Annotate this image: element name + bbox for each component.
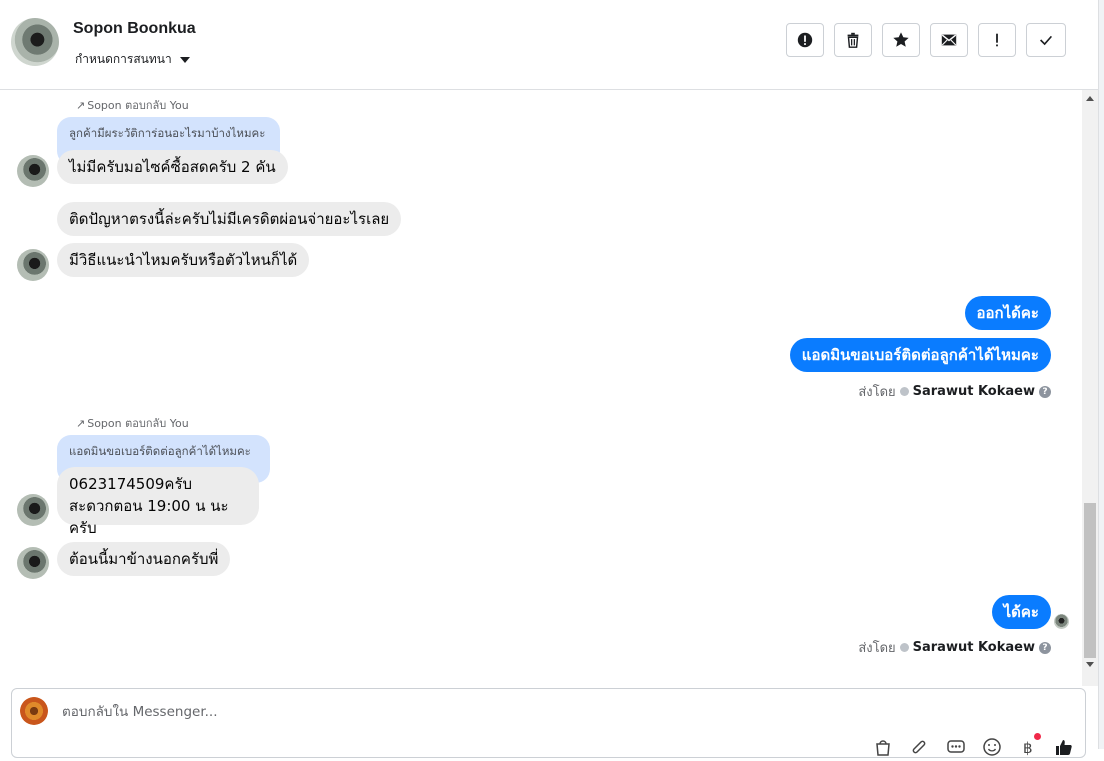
agent-name[interactable]: Sarawut Kokaew <box>913 640 1035 655</box>
message-text: แอดมินขอเบอร์ติดต่อลูกค้าได้ไหมคะ <box>801 346 1039 364</box>
contact-avatar-small[interactable] <box>17 547 49 579</box>
agent-name[interactable]: Sarawut Kokaew <box>913 384 1035 399</box>
exclamation-icon <box>996 33 998 47</box>
quoted-text: ลูกค้ามีผระวัติการ่อนอะไรมาบ้างไหมคะ <box>69 126 266 140</box>
envelope-icon <box>941 34 957 46</box>
message-text: ไม่มีครับมอไซค์ซื้อสดครับ 2 คัน <box>69 158 276 176</box>
help-icon[interactable]: ? <box>1039 641 1051 654</box>
svg-text:฿: ฿ <box>1023 739 1033 757</box>
read-receipt-avatar <box>1054 614 1069 629</box>
reply-indicator: ↗ Sopon ตอบกลับ You <box>76 414 189 432</box>
message-text: 0623174509ครับ <box>69 475 193 493</box>
mark-done-button[interactable] <box>1026 23 1066 57</box>
contact-avatar-small[interactable] <box>17 494 49 526</box>
agent-status-icon <box>899 387 909 396</box>
reply-input[interactable] <box>60 703 764 721</box>
contact-avatar-small[interactable] <box>17 155 49 187</box>
thread-scrollbar[interactable] <box>1082 90 1098 686</box>
reply-arrow-icon: ↗ <box>76 416 86 430</box>
outgoing-message[interactable]: ได้คะ <box>991 595 1051 629</box>
conversation-header: Sopon Boonkua กำหนดการสนทนา <box>0 0 1100 90</box>
delete-button[interactable] <box>834 23 872 57</box>
message-composer: ฿ <box>11 688 1086 758</box>
reply-note-text: Sopon ตอบกลับ You <box>87 417 189 430</box>
thumbs-up-icon[interactable] <box>1054 737 1074 757</box>
incoming-message[interactable]: ไม่มีครับมอไซค์ซื้อสดครับ 2 คัน <box>57 150 288 184</box>
scroll-up-arrow-icon[interactable] <box>1086 96 1094 101</box>
mark-unread-button[interactable] <box>930 23 968 57</box>
paperclip-icon[interactable] <box>909 737 929 757</box>
assign-label: กำหนดการสนทนา <box>75 52 172 66</box>
currency-icon[interactable]: ฿ <box>1018 737 1038 757</box>
saved-replies-icon[interactable] <box>946 737 966 757</box>
message-text: ออกได้คะ <box>976 304 1039 322</box>
bag-icon[interactable] <box>873 737 893 757</box>
mark-spam-button[interactable] <box>786 23 824 57</box>
reply-arrow-icon: ↗ <box>76 98 86 112</box>
contact-avatar[interactable] <box>11 18 59 66</box>
contact-avatar-small[interactable] <box>17 249 49 281</box>
window-edge <box>1098 0 1104 749</box>
scroll-down-arrow-icon[interactable] <box>1086 662 1094 667</box>
message-text: ติดปัญหาตรงนี้ล่ะครับไม่มีเครดิตผ่อนจ่าย… <box>69 210 390 228</box>
contact-name[interactable]: Sopon Boonkua <box>73 20 196 38</box>
mark-important-button[interactable] <box>978 23 1016 57</box>
help-icon[interactable]: ? <box>1039 385 1051 398</box>
incoming-message[interactable]: มีวิธีแนะนำไหมครับหรือตัวไหนก็ได้ <box>57 243 310 277</box>
star-icon <box>893 32 909 47</box>
outgoing-message[interactable]: ออกได้คะ <box>964 296 1051 330</box>
incoming-message[interactable]: ต้อนนี้มาข้างนอกครับพี่ <box>57 542 231 576</box>
message-text: ได้คะ <box>1003 603 1039 621</box>
reply-indicator: ↗ Sopon ตอบกลับ You <box>76 96 189 114</box>
incoming-message[interactable]: ติดปัญหาตรงนี้ล่ะครับไม่มีเครดิตผ่อนจ่าย… <box>57 202 402 236</box>
sent-by-text: ส่งโดย <box>858 641 896 656</box>
star-button[interactable] <box>882 23 920 57</box>
scroll-thumb[interactable] <box>1084 503 1096 658</box>
emoji-icon[interactable] <box>982 737 1002 757</box>
notification-dot <box>1034 733 1041 740</box>
outgoing-message[interactable]: แอดมินขอเบอร์ติดต่อลูกค้าได้ไหมคะ <box>789 338 1051 372</box>
caret-down-icon <box>179 56 190 63</box>
reply-note-text: Sopon ตอบกลับ You <box>87 99 189 112</box>
page-avatar <box>20 697 48 725</box>
trash-icon <box>847 32 859 48</box>
sent-by-label: ส่งโดย Sarawut Kokaew ? <box>858 637 1051 658</box>
message-text: สะดวกตอน 19:00 น นะครับ <box>69 497 229 537</box>
alert-circle-icon <box>797 32 813 48</box>
incoming-message[interactable]: 0623174509ครับ สะดวกตอน 19:00 น นะครับ <box>57 467 259 537</box>
sent-by-label: ส่งโดย Sarawut Kokaew ? <box>858 381 1051 402</box>
message-thread[interactable]: ↗ Sopon ตอบกลับ You ลูกค้ามีผระวัติการ่อ… <box>0 90 1082 686</box>
message-text: มีวิธีแนะนำไหมครับหรือตัวไหนก็ได้ <box>69 251 298 269</box>
quoted-text: แอดมินขอเบอร์ติดต่อลูกค้าได้ไหมคะ <box>69 444 251 458</box>
message-text: ต้อนนี้มาข้างนอกครับพี่ <box>69 550 219 568</box>
assign-conversation-dropdown[interactable]: กำหนดการสนทนา <box>75 50 190 69</box>
sent-by-text: ส่งโดย <box>858 385 896 400</box>
check-icon <box>1040 35 1053 46</box>
agent-status-icon <box>899 643 909 652</box>
